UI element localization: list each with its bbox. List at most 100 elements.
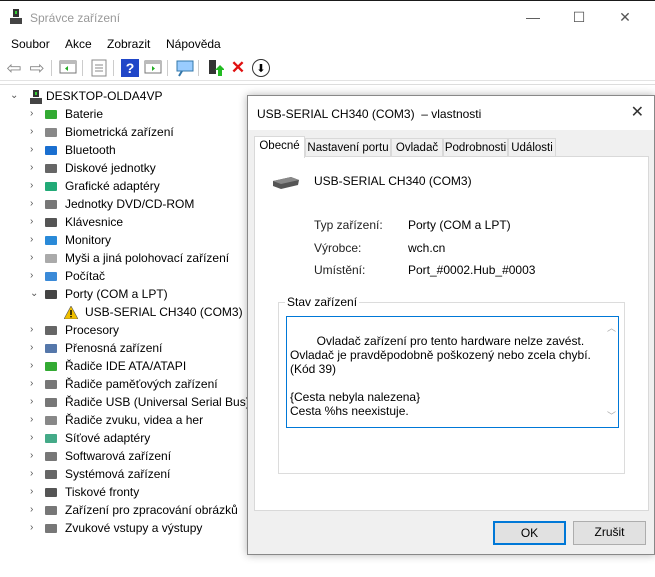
tab-obecne[interactable]: Obecné xyxy=(254,136,305,158)
tree-item[interactable]: › Tiskové fronty xyxy=(0,483,260,501)
device-manager-icon xyxy=(10,9,22,25)
tree-item[interactable]: › Monitory xyxy=(0,231,260,249)
tree-item[interactable]: › Řadiče USB (Universal Serial Bus) xyxy=(0,393,260,411)
chevron-right-icon[interactable]: › xyxy=(30,411,40,429)
tree-item[interactable]: › Biometrická zařízení xyxy=(0,123,260,141)
device-status-text: Ovladač zařízení pro tento hardware nelz… xyxy=(290,334,591,418)
keyboard-icon xyxy=(44,216,58,229)
maximize-button[interactable]: ☐ xyxy=(556,1,602,33)
tree-item[interactable]: › Systémová zařízení xyxy=(0,465,260,483)
chevron-down-icon[interactable]: ⌄ xyxy=(30,285,40,303)
tree-item-label: Bluetooth xyxy=(65,143,116,157)
tab-nastaveni-portu[interactable]: Nastavení portu xyxy=(305,138,391,157)
menu-soubor[interactable]: Soubor xyxy=(11,37,50,51)
tree-item[interactable]: › Řadiče IDE ATA/ATAPI xyxy=(0,357,260,375)
chevron-right-icon[interactable]: › xyxy=(30,429,40,447)
serial-port-icon xyxy=(271,175,301,194)
tree-item[interactable]: › Procesory xyxy=(0,321,260,339)
computer-icon xyxy=(30,90,44,104)
tree-item[interactable]: › Zařízení pro zpracování obrázků xyxy=(0,501,260,519)
scan-hardware-icon[interactable] xyxy=(175,59,194,77)
back-icon[interactable]: ⇦ xyxy=(5,59,23,77)
tree-item-label: Myši a jiná polohovací zařízení xyxy=(65,251,230,265)
tab-ovladac[interactable]: Ovladač xyxy=(391,138,443,157)
disk-icon xyxy=(44,162,58,175)
tree-item-label: Monitory xyxy=(65,233,112,247)
separator xyxy=(167,60,168,76)
chevron-right-icon[interactable]: › xyxy=(30,321,40,339)
display-adapter-icon xyxy=(44,180,58,193)
uninstall-icon[interactable]: ✕ xyxy=(229,59,247,77)
chevron-right-icon[interactable]: › xyxy=(30,195,40,213)
tree-item-label: Softwarová zařízení xyxy=(65,449,172,463)
chevron-right-icon[interactable]: › xyxy=(30,213,40,231)
location-label: Umístění: xyxy=(314,263,366,277)
warning-icon xyxy=(63,305,79,320)
chevron-right-icon[interactable]: › xyxy=(30,501,40,519)
chevron-right-icon[interactable]: › xyxy=(30,249,40,267)
computer-icon xyxy=(44,270,58,283)
tree-item[interactable]: › Zvukové vstupy a výstupy xyxy=(0,519,260,537)
tree-item[interactable]: › Řadiče zvuku, videa a her xyxy=(0,411,260,429)
tree-item[interactable]: › Grafické adaptéry xyxy=(0,177,260,195)
tab-udalosti[interactable]: Události xyxy=(508,138,556,157)
properties-icon[interactable] xyxy=(90,59,108,77)
menu-napoveda[interactable]: Nápověda xyxy=(166,37,221,51)
show-action-pane-icon[interactable] xyxy=(144,59,162,77)
forward-icon[interactable]: ⇨ xyxy=(28,59,46,77)
tree-item[interactable]: › Bluetooth xyxy=(0,141,260,159)
tree-item[interactable]: › Baterie xyxy=(0,105,260,123)
tree-item[interactable]: › Myši a jiná polohovací zařízení xyxy=(0,249,260,267)
chevron-right-icon[interactable]: › xyxy=(30,177,40,195)
chevron-right-icon[interactable]: › xyxy=(30,519,40,537)
tree-item[interactable]: › Softwarová zařízení xyxy=(0,447,260,465)
chevron-right-icon[interactable]: › xyxy=(30,465,40,483)
tree-item-label: Biometrická zařízení xyxy=(65,125,174,139)
tree-item[interactable]: ⌄ Porty (COM a LPT) xyxy=(0,285,260,303)
chevron-right-icon[interactable]: › xyxy=(30,393,40,411)
chevron-right-icon[interactable]: › xyxy=(30,123,40,141)
tree-item[interactable]: › Přenosná zařízení xyxy=(0,339,260,357)
scroll-down-icon[interactable]: ﹀ xyxy=(607,409,616,423)
tree-item[interactable]: › Řadiče paměťových zařízení xyxy=(0,375,260,393)
disable-device-icon[interactable]: ⬇ xyxy=(252,59,270,77)
chevron-right-icon[interactable]: › xyxy=(30,357,40,375)
device-type-label: Typ zařízení: xyxy=(314,218,383,232)
chevron-right-icon[interactable]: › xyxy=(30,159,40,177)
device-status-textbox[interactable]: Ovladač zařízení pro tento hardware nelz… xyxy=(286,316,619,428)
device-name: USB-SERIAL CH340 (COM3) xyxy=(314,174,472,188)
chevron-right-icon[interactable]: › xyxy=(30,375,40,393)
chevron-right-icon[interactable]: › xyxy=(30,483,40,501)
chevron-right-icon[interactable]: › xyxy=(30,105,40,123)
dialog-close-button[interactable]: ✕ xyxy=(631,102,644,122)
minimize-button[interactable]: — xyxy=(510,1,556,33)
help-icon[interactable]: ? xyxy=(121,59,139,77)
tree-item-label: Zvukové vstupy a výstupy xyxy=(65,521,203,535)
chevron-right-icon[interactable]: › xyxy=(30,447,40,465)
tab-podrobnosti[interactable]: Podrobnosti xyxy=(443,138,508,157)
tree-item[interactable]: › Síťové adaptéry xyxy=(0,429,260,447)
scroll-up-icon[interactable]: ︿ xyxy=(607,321,616,335)
chevron-right-icon[interactable]: › xyxy=(30,141,40,159)
separator xyxy=(82,60,83,76)
menu-zobrazit[interactable]: Zobrazit xyxy=(107,37,150,51)
cancel-button[interactable]: Zrušit xyxy=(573,521,646,545)
tree-item[interactable]: › Jednotky DVD/CD-ROM xyxy=(0,195,260,213)
show-hide-console-tree-icon[interactable] xyxy=(59,59,77,77)
tree-item[interactable]: › Počítač xyxy=(0,267,260,285)
menu-akce[interactable]: Akce xyxy=(65,37,92,51)
chevron-down-icon[interactable]: ⌄ xyxy=(10,87,20,105)
chevron-right-icon[interactable]: › xyxy=(30,339,40,357)
tree-item-label: USB-SERIAL CH340 (COM3) xyxy=(85,305,243,319)
tree-item[interactable]: › Diskové jednotky xyxy=(0,159,260,177)
tree-child-item[interactable]: USB-SERIAL CH340 (COM3) xyxy=(0,303,260,321)
portable-device-icon xyxy=(44,342,58,355)
chevron-right-icon[interactable]: › xyxy=(30,231,40,249)
chevron-right-icon[interactable]: › xyxy=(30,267,40,285)
menu-bar: Soubor Akce Zobrazit Nápověda xyxy=(0,33,655,55)
close-button[interactable]: ✕ xyxy=(602,1,648,33)
tree-item-label: Grafické adaptéry xyxy=(65,179,160,193)
tree-item[interactable]: › Klávesnice xyxy=(0,213,260,231)
ok-button[interactable]: OK xyxy=(493,521,566,545)
update-driver-icon[interactable] xyxy=(206,59,225,77)
